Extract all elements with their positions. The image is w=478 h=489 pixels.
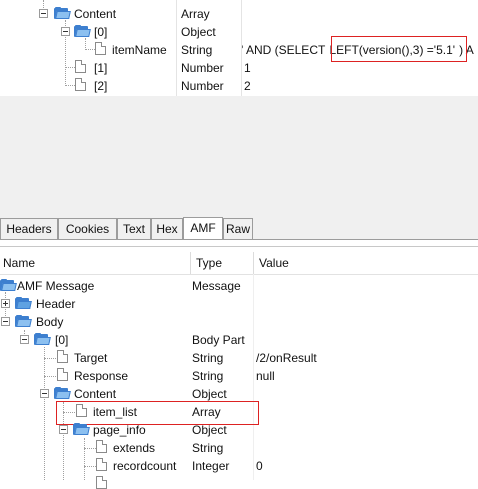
tree-row-type: Object xyxy=(181,25,216,39)
tree-row-type: String xyxy=(192,351,224,365)
folder-open-icon xyxy=(73,423,90,435)
tree-row-name[interactable]: page_info xyxy=(93,423,146,437)
tree-row-name[interactable]: [0] xyxy=(55,333,68,347)
tree-row-value: null xyxy=(256,369,275,383)
column-divider xyxy=(253,252,254,274)
collapse-toggle[interactable] xyxy=(39,9,48,18)
column-divider xyxy=(176,0,177,96)
file-icon xyxy=(95,42,106,55)
column-divider xyxy=(190,252,191,274)
collapse-toggle[interactable] xyxy=(61,27,70,36)
collapse-toggle[interactable] xyxy=(59,425,68,434)
column-header-type[interactable]: Type xyxy=(196,253,222,273)
tree-row-name[interactable]: [2] xyxy=(94,79,107,93)
tab-raw[interactable]: Raw xyxy=(223,218,253,239)
file-icon xyxy=(75,60,86,73)
tree-row-name[interactable]: recordcount xyxy=(113,459,176,473)
tab-cookies[interactable]: Cookies xyxy=(58,218,117,239)
tree-row-name[interactable]: Header xyxy=(36,297,75,311)
tree-row-type: Number xyxy=(181,61,224,75)
tab-headers[interactable]: Headers xyxy=(0,218,58,239)
highlight-box xyxy=(56,401,259,425)
tree-row-name[interactable]: Target xyxy=(74,351,107,365)
tree-row-name[interactable]: extends xyxy=(113,441,155,455)
expand-toggle[interactable] xyxy=(1,299,10,308)
column-divider xyxy=(241,0,242,96)
top-tree-pane: Content Array [0] Object itemName String… xyxy=(0,0,478,96)
tree-row-type: String xyxy=(192,369,224,383)
tree-row-type: String xyxy=(181,43,213,57)
tree-row-type: String xyxy=(192,441,224,455)
collapse-toggle[interactable] xyxy=(1,317,10,326)
folder-open-icon xyxy=(15,315,32,327)
tree-row-value: /2/onResult xyxy=(256,351,317,365)
pane-top-border xyxy=(0,246,478,247)
tree-row-type: Object xyxy=(192,387,227,401)
collapse-toggle[interactable] xyxy=(20,335,29,344)
file-icon xyxy=(96,458,107,471)
tree-row-name[interactable]: Body xyxy=(36,315,63,329)
tree-row-type: Array xyxy=(181,7,210,21)
tab-amf[interactable]: AMF xyxy=(183,217,223,240)
tree-row-value: 2 xyxy=(244,79,251,93)
tree-row-type: Message xyxy=(192,279,241,293)
folder-open-icon xyxy=(54,7,71,19)
tree-row-name[interactable]: [0] xyxy=(94,25,107,39)
column-header-name[interactable]: Name xyxy=(3,253,35,273)
collapse-toggle[interactable] xyxy=(40,389,49,398)
value-prefix: ' AND (SELECT xyxy=(241,43,329,57)
file-icon xyxy=(57,350,68,363)
tree-row-name[interactable]: itemName xyxy=(112,43,167,57)
folder-open-icon xyxy=(0,279,17,291)
column-header xyxy=(0,252,478,275)
tree-row-type: Number xyxy=(181,79,224,93)
tree-row-type: Body Part xyxy=(192,333,245,347)
folder-closed-icon xyxy=(15,297,32,309)
tree-row-name[interactable]: Content xyxy=(74,387,116,401)
folder-open-icon xyxy=(34,333,51,345)
file-icon xyxy=(75,78,86,91)
bottom-tree-pane xyxy=(0,240,478,480)
tree-row-value: 0 xyxy=(256,459,263,473)
column-header-value[interactable]: Value xyxy=(259,253,289,273)
file-icon xyxy=(96,476,107,489)
tree-row-type: Object xyxy=(192,423,227,437)
file-icon xyxy=(57,368,68,381)
folder-open-icon xyxy=(74,25,91,37)
column-divider xyxy=(253,274,254,480)
tree-row-name[interactable]: AMF Message xyxy=(17,279,94,293)
folder-open-icon xyxy=(54,387,71,399)
tree-row-name[interactable]: Content xyxy=(74,7,116,21)
file-icon xyxy=(96,440,107,453)
tab-text[interactable]: Text xyxy=(117,218,151,239)
tree-row-name[interactable]: [1] xyxy=(94,61,107,75)
tree-row-value: 1 xyxy=(244,61,251,75)
tab-hex[interactable]: Hex xyxy=(151,218,183,239)
tree-row-type: Integer xyxy=(192,459,230,473)
highlight-box xyxy=(331,36,467,62)
empty-pane-area xyxy=(0,96,478,216)
tree-row-name[interactable]: Response xyxy=(74,369,128,383)
